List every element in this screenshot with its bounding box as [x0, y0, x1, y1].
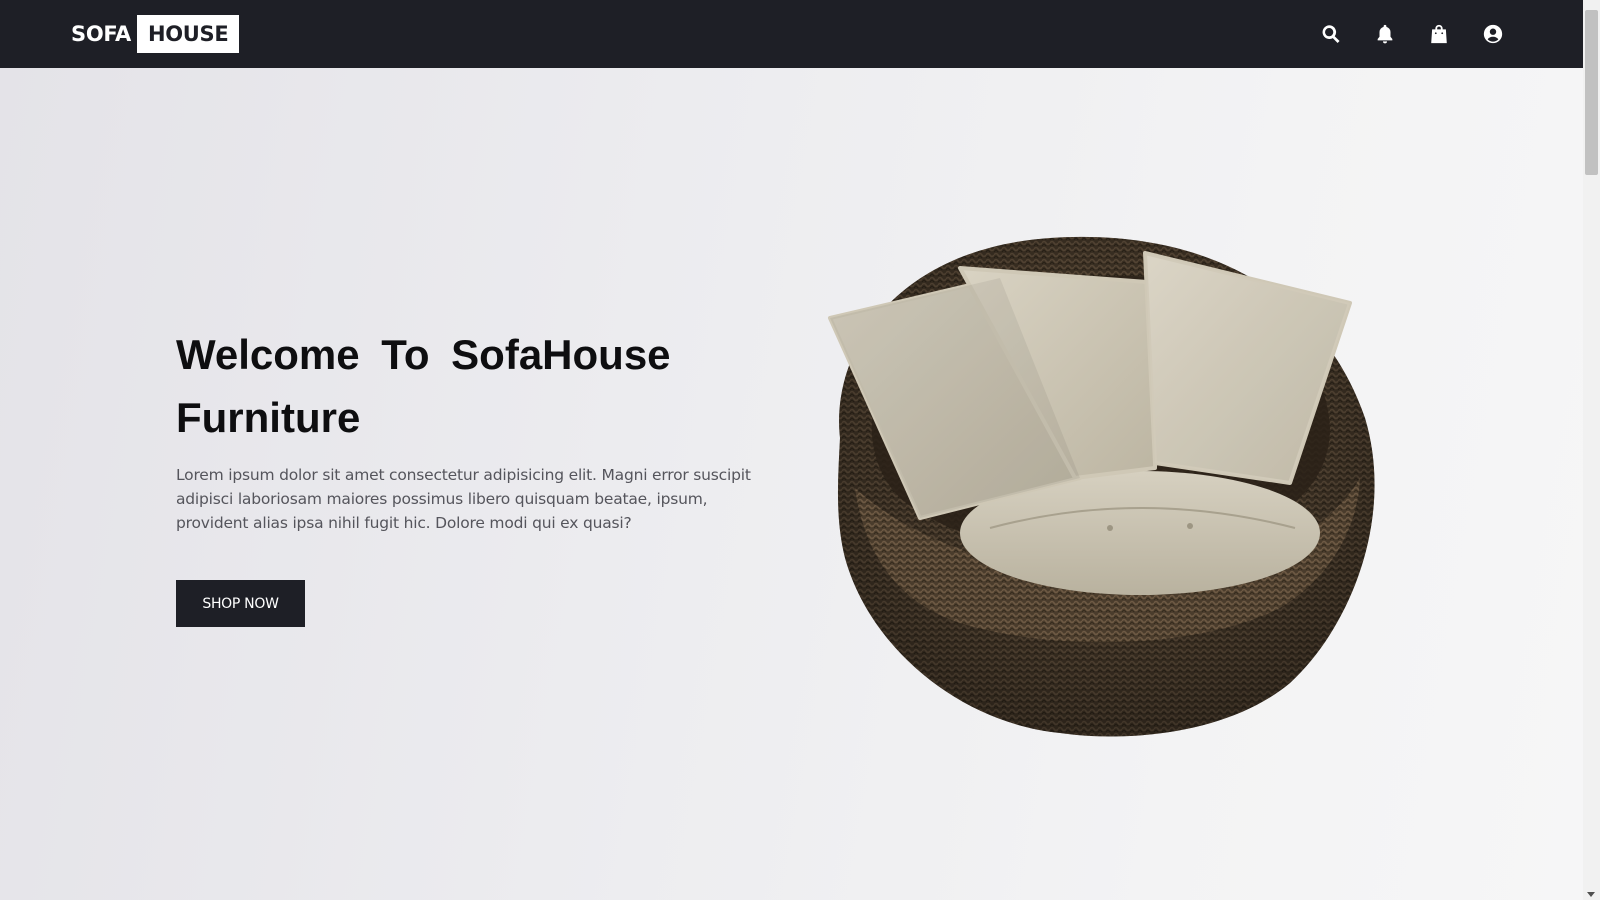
- logo-text-house: HOUSE: [136, 15, 240, 53]
- shopping-bag-icon[interactable]: [1426, 21, 1452, 47]
- hero-title: Welcome To SofaHouse Furniture: [176, 331, 671, 441]
- nav-icon-group: [1318, 20, 1506, 48]
- user-circle-icon[interactable]: [1480, 21, 1506, 47]
- logo-text-sofa: SOFA: [71, 22, 131, 46]
- bell-icon[interactable]: [1372, 21, 1398, 47]
- scrollbar-thumb[interactable]: [1585, 10, 1598, 175]
- vertical-scrollbar[interactable]: [1583, 0, 1600, 900]
- search-icon[interactable]: [1318, 21, 1344, 47]
- shop-now-button[interactable]: SHOP NOW: [176, 580, 305, 627]
- scroll-down-arrow-icon[interactable]: [1587, 892, 1595, 897]
- brand-logo[interactable]: SOFA HOUSE: [71, 15, 240, 53]
- wicker-chair-image: [828, 236, 1375, 737]
- top-navbar: SOFA HOUSE: [0, 0, 1583, 68]
- hero-description: Lorem ipsum dolor sit amet consectetur a…: [176, 466, 751, 532]
- hero-section: Welcome To SofaHouse Furniture Lorem ips…: [0, 68, 1583, 900]
